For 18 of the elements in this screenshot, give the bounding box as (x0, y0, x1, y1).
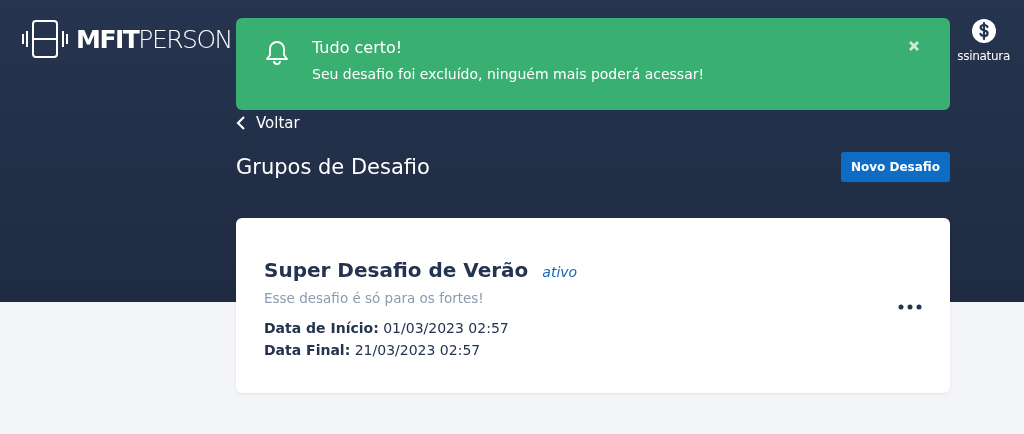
logo-icon (22, 20, 68, 58)
more-icon[interactable] (898, 303, 922, 310)
challenge-name: Super Desafio de Verão (264, 257, 529, 282)
status-label: ativo (542, 263, 578, 280)
bell-icon (266, 40, 288, 66)
toast-message: Seu desafio foi excluído, ninguém mais poderá acessar! (312, 66, 706, 82)
chevron-left-icon (236, 116, 246, 130)
new-challenge-button[interactable]: Novo Desafio (841, 152, 950, 182)
challenge-description: Esse desafio é só para os fortes! (264, 289, 485, 306)
brand-name-suffix: PERSON (138, 24, 232, 54)
end-date: Data Final: 21/03/2023 02:57 (264, 341, 482, 358)
back-link[interactable]: Voltar (236, 114, 300, 132)
brand-name: MFIT (76, 24, 139, 54)
page-title: Grupos de Desafio (236, 155, 430, 179)
subscription-link[interactable]: ssinatura (957, 18, 1010, 80)
dollar-icon (970, 18, 997, 44)
start-date: Data de Início: 01/03/2023 02:57 (264, 319, 510, 336)
toast-title: Tudo certo! (312, 38, 404, 57)
